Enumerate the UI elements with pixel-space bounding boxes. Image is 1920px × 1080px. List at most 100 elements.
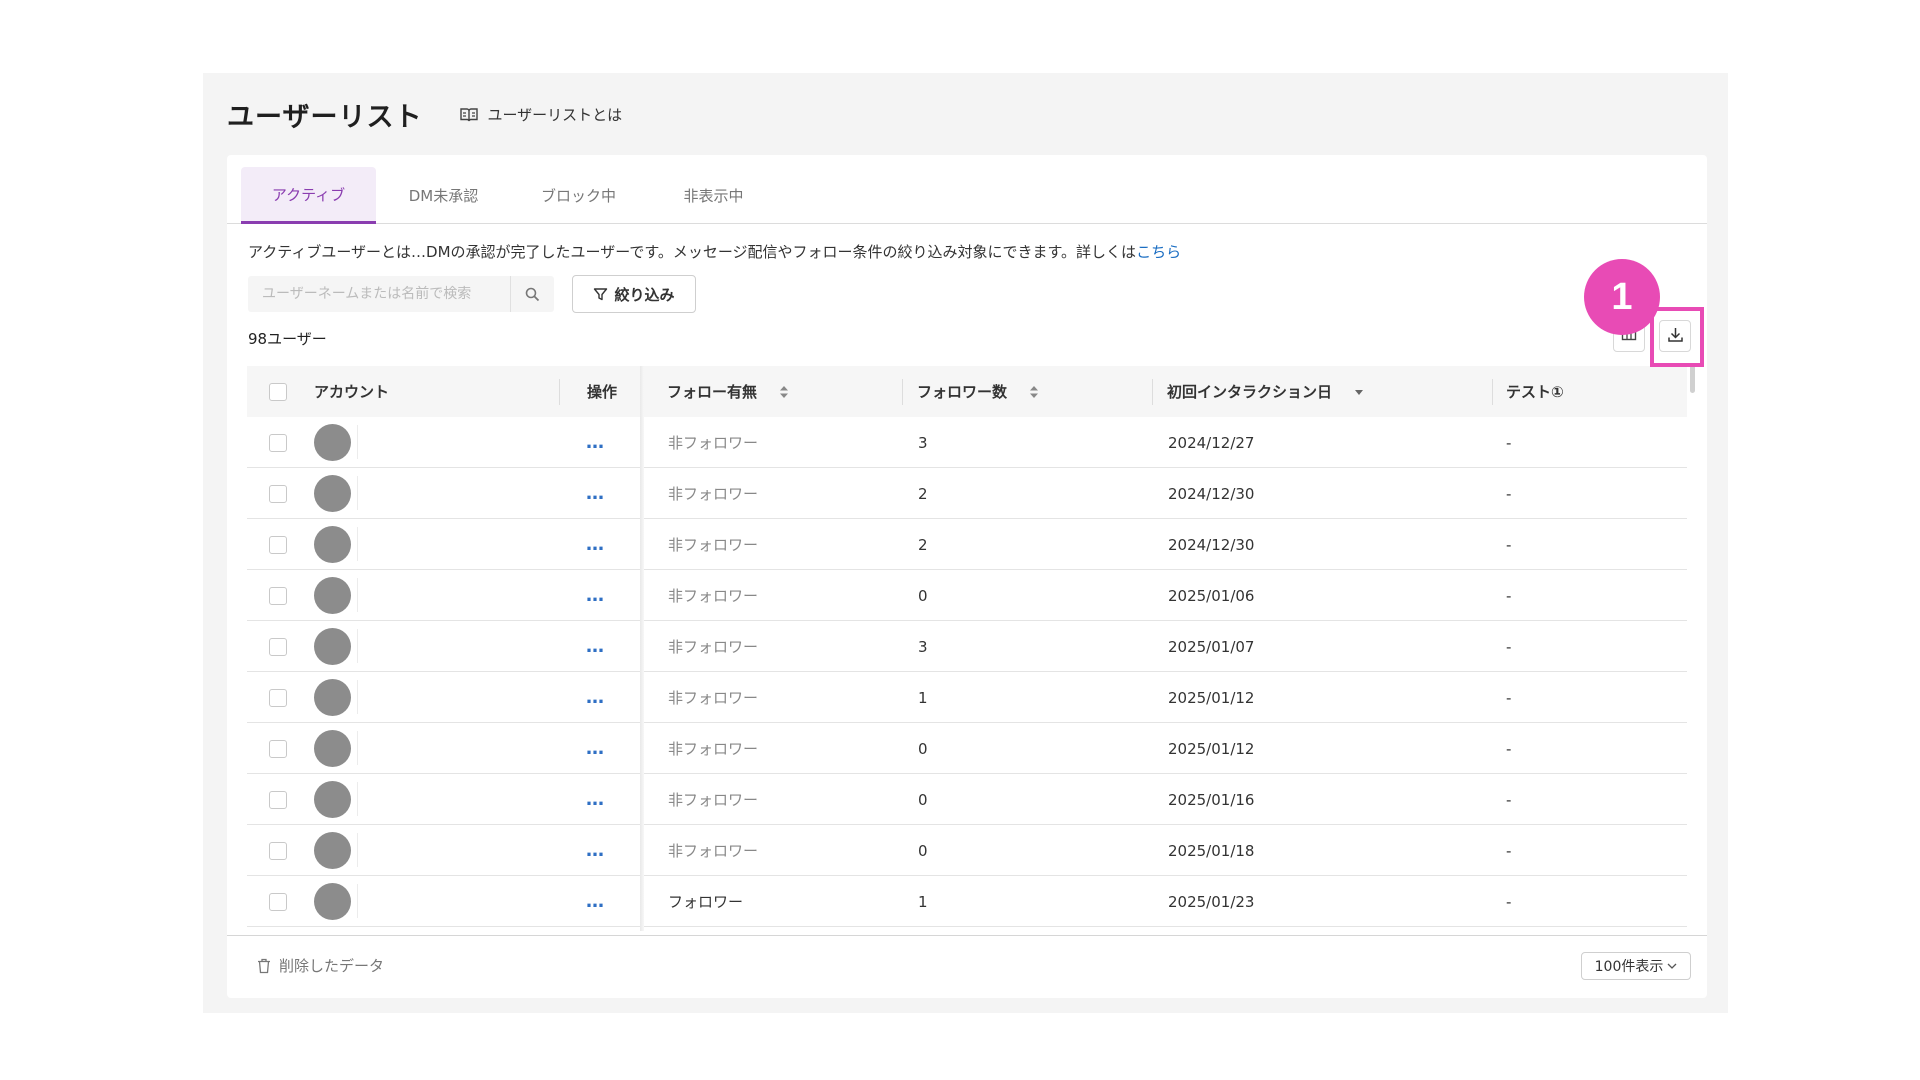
search-box [248,276,554,312]
row-actions-button[interactable]: … [586,570,605,621]
tab-active[interactable]: アクティブ [241,167,376,224]
tab-description: アクティブユーザーとは…DMの承認が完了したユーザーです。メッセージ配信やフォロ… [248,241,1181,262]
follower-count: 2 [918,484,928,503]
avatar[interactable] [314,883,351,920]
table-row: … 非フォロワー 0 2025/01/16 - [247,774,1687,825]
col-action: 操作 [587,383,618,401]
test-value: - [1506,433,1512,452]
avatar[interactable] [314,475,351,512]
row-checkbox[interactable] [269,586,287,605]
col-test: テスト① [1506,383,1564,401]
row-actions-button[interactable]: … [586,672,605,723]
row-checkbox[interactable] [269,739,287,758]
row-actions-button[interactable]: … [586,825,605,876]
avatar[interactable] [314,781,351,818]
sort-desc-icon[interactable] [1354,387,1364,397]
vertical-scrollbar[interactable] [1690,365,1695,393]
test-value: - [1506,790,1512,809]
follow-status: 非フォロワー [668,740,759,758]
col-followers[interactable]: フォロワー数 [917,366,1039,417]
test-value: - [1506,637,1512,656]
table-row: … 非フォロワー 0 2025/01/18 - [247,825,1687,876]
row-actions-button[interactable]: … [586,876,605,927]
per-page-select[interactable]: 100件表示 [1581,952,1691,980]
follower-count: 0 [918,739,928,758]
follow-status: フォロワー [668,893,744,911]
row-checkbox[interactable] [269,790,287,809]
test-value: - [1506,688,1512,707]
row-actions-button[interactable]: … [586,774,605,825]
follow-status: 非フォロワー [668,587,759,605]
avatar[interactable] [314,832,351,869]
follow-status: 非フォロワー [668,638,759,656]
col-first-interaction[interactable]: 初回インタラクション日 [1167,366,1364,417]
book-icon [460,107,479,123]
follow-status: 非フォロワー [668,536,759,554]
first-interaction-date: 2025/01/12 [1168,688,1255,707]
first-interaction-date: 2025/01/16 [1168,790,1255,809]
follower-count: 1 [918,688,928,707]
first-interaction-date: 2025/01/23 [1168,892,1255,911]
row-actions-button[interactable]: … [586,621,605,672]
table-row: … 非フォロワー 3 2025/01/07 - [247,621,1687,672]
download-button[interactable] [1659,320,1691,352]
filter-button-label: 絞り込み [614,285,675,304]
tab-dm-unapproved[interactable]: DM未承認 [376,167,511,224]
tab-hidden[interactable]: 非表示中 [646,167,781,224]
col-first-interaction-label: 初回インタラクション日 [1167,383,1333,401]
sort-icon[interactable] [1029,385,1039,399]
avatar[interactable] [314,679,351,716]
row-checkbox[interactable] [269,433,287,452]
trash-icon [257,958,271,974]
test-value: - [1506,535,1512,554]
follower-count: 2 [918,535,928,554]
follow-status: 非フォロワー [668,434,759,452]
follower-count: 3 [918,637,928,656]
row-checkbox[interactable] [269,484,287,503]
row-checkbox[interactable] [269,688,287,707]
avatar[interactable] [314,628,351,665]
help-link[interactable]: ユーザーリストとは [460,104,622,125]
row-actions-button[interactable]: … [586,468,605,519]
help-link-label: ユーザーリストとは [487,106,623,124]
row-checkbox[interactable] [269,637,287,656]
row-checkbox[interactable] [269,892,287,911]
row-actions-button[interactable]: … [586,723,605,774]
test-value: - [1506,484,1512,503]
search-icon[interactable] [511,287,554,302]
select-all-checkbox[interactable] [269,382,287,401]
filter-icon [593,287,608,302]
follow-status: 非フォロワー [668,485,759,503]
row-checkbox[interactable] [269,841,287,860]
test-value: - [1506,892,1512,911]
search-input[interactable] [248,276,511,312]
tab-blocked[interactable]: ブロック中 [511,167,646,224]
row-checkbox[interactable] [269,535,287,554]
deleted-data-link[interactable]: 削除したデータ [257,955,384,976]
follower-count: 0 [918,841,928,860]
follower-count: 1 [918,892,928,911]
col-follow-label: フォロー有無 [667,383,758,401]
table-header: アカウント 操作 フォロー有無 フォロワー数 初回インタラクション日 テスト① [247,366,1687,417]
col-account: アカウント [314,383,390,401]
first-interaction-date: 2024/12/30 [1168,484,1255,503]
avatar[interactable] [314,526,351,563]
filter-button[interactable]: 絞り込み [572,275,696,313]
avatar[interactable] [314,424,351,461]
table-row: … 非フォロワー 1 2025/01/12 - [247,672,1687,723]
avatar[interactable] [314,730,351,767]
deleted-data-label: 削除したデータ [279,957,385,975]
follow-status: 非フォロワー [668,842,759,860]
avatar[interactable] [314,577,351,614]
row-actions-button[interactable]: … [586,519,605,570]
user-list-card: アクティブ DM未承認 ブロック中 非表示中 アクティブユーザーとは…DMの承認… [227,155,1707,998]
first-interaction-date: 2025/01/07 [1168,637,1255,656]
row-actions-button[interactable]: … [586,417,605,468]
col-follow[interactable]: フォロー有無 [667,366,789,417]
user-count: 98ユーザー [248,330,327,348]
follower-count: 0 [918,586,928,605]
sort-icon[interactable] [779,385,789,399]
download-icon [1667,326,1684,347]
description-text: アクティブユーザーとは…DMの承認が完了したユーザーです。メッセージ配信やフォロ… [248,243,1137,261]
details-link[interactable]: こちら [1136,243,1181,261]
